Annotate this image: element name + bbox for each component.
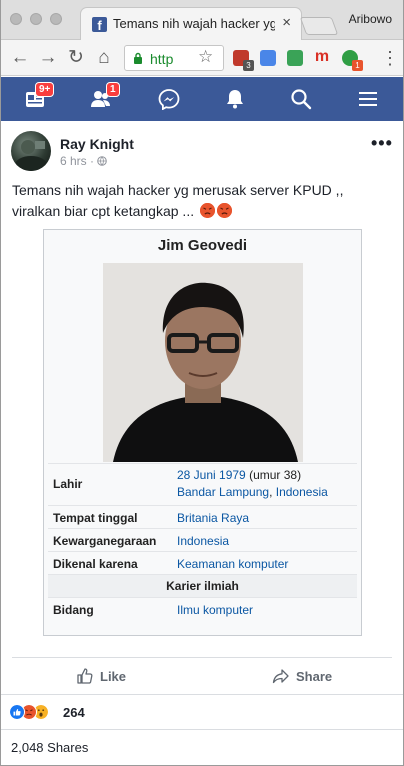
minimize-window-button[interactable] (30, 13, 42, 25)
infobox-label: Lahir (53, 477, 83, 491)
infobox-value-birthdate: 28 Juni 1979 (umur 38) (177, 468, 301, 482)
green-extension-icon[interactable]: 1 (342, 50, 363, 71)
download-arrow-icon[interactable] (287, 50, 303, 66)
globe-icon (97, 156, 108, 166)
post-text-line-2-text: viralkan biar cpt ketangkap ... (12, 203, 195, 219)
infobox-row-lahir: Lahir 28 Juni 1979 (umur 38) Bandar Lamp… (48, 463, 357, 505)
bookmark-star-icon[interactable]: ☆ (198, 47, 213, 67)
zoom-window-button[interactable] (50, 13, 62, 25)
share-label: Share (296, 669, 333, 684)
post-options-icon[interactable]: ••• (371, 133, 393, 154)
infobox-value-link[interactable]: Indonesia (177, 534, 229, 548)
age-text: (umur 38) (245, 468, 302, 482)
browser-title-bar: f Temans nih wajah hacker yg × Aribowo (0, 0, 404, 40)
divider (12, 657, 392, 658)
infobox-value-link[interactable]: Ilmu komputer (177, 603, 253, 617)
birthplace-separator: , (269, 485, 276, 499)
infobox-row-known-for: Dikenal karena Keamanan komputer (48, 551, 357, 574)
like-reaction-icon (9, 704, 25, 720)
country-link[interactable]: Indonesia (276, 485, 328, 499)
infobox-value-birthplace: Bandar Lampung, Indonesia (177, 485, 328, 499)
shares-count[interactable]: 2,048 Shares (11, 740, 88, 755)
timestamp-text: 6 hrs (60, 154, 87, 168)
avatar[interactable] (11, 131, 51, 171)
shield-extension-icon[interactable]: 3 (233, 50, 254, 71)
reaction-count[interactable]: 264 (63, 705, 85, 720)
post-text-line-2: viralkan biar cpt ketangkap ... (12, 201, 394, 222)
infobox-label: Dikenal karena (53, 557, 138, 571)
infobox-label: Tempat tinggal (53, 511, 138, 525)
browser-menu-icon[interactable]: ⋮ (381, 48, 399, 68)
extension-badge: 3 (243, 60, 254, 71)
google-translate-icon[interactable] (260, 50, 276, 66)
infobox-label: Kewarganegaraan (53, 534, 157, 548)
infobox-row-field: Bidang Ilmu komputer (48, 597, 357, 620)
tab-close-icon[interactable]: × (282, 14, 291, 31)
facebook-nav-bar: 9+ 1 (0, 77, 404, 121)
divider (0, 729, 404, 730)
divider (0, 694, 404, 695)
url-text: http (150, 51, 174, 67)
angry-face-emoji-icon (200, 203, 215, 218)
new-tab-button[interactable] (299, 17, 339, 35)
forward-arrow-icon[interactable]: → (38, 48, 58, 68)
search-icon[interactable] (290, 88, 312, 110)
infobox-row-citizenship: Kewarganegaraan Indonesia (48, 528, 357, 551)
extension-badge: 1 (352, 60, 363, 71)
timestamp-separator: · (86, 154, 98, 168)
post-timestamp: 6 hrs · (60, 154, 108, 168)
feed-post: Ray Knight 6 hrs · ••• Temans nih wajah … (0, 121, 404, 766)
like-button[interactable]: Like (76, 666, 126, 688)
friend-requests-badge: 1 (106, 82, 120, 97)
birthdate-link[interactable]: 28 Juni 1979 (177, 468, 246, 482)
m-extension-icon[interactable]: m (314, 49, 330, 66)
lock-icon (134, 52, 142, 64)
tab-title: Temans nih wajah hacker yg (113, 16, 275, 31)
portrait-photo (103, 263, 303, 462)
feed-notification-badge: 9+ (35, 82, 55, 97)
infobox-table: Lahir 28 Juni 1979 (umur 38) Bandar Lamp… (48, 463, 357, 620)
menu-icon[interactable] (357, 88, 379, 110)
post-text: Temans nih wajah hacker yg merusak serve… (12, 180, 394, 222)
shared-image-infobox[interactable]: Jim Geovedi Lahir 28 Juni 1979 (umur 38)… (43, 229, 362, 636)
browser-profile-name[interactable]: Aribowo (349, 12, 392, 26)
home-icon[interactable]: ⌂ (94, 48, 114, 68)
angry-face-emoji-icon (217, 203, 232, 218)
birthplace-link[interactable]: Bandar Lampung (177, 485, 269, 499)
like-label: Like (100, 669, 127, 684)
facebook-favicon-icon: f (92, 17, 107, 33)
infobox-title: Jim Geovedi (157, 237, 248, 254)
thumbs-up-icon (77, 668, 93, 684)
infobox-section-header: Karier ilmiah (48, 574, 357, 597)
browser-tab-active[interactable]: f Temans nih wajah hacker yg × (80, 7, 302, 40)
infobox-label: Bidang (53, 603, 94, 617)
share-arrow-icon (272, 669, 289, 684)
window-edge-left (0, 0, 1, 766)
close-window-button[interactable] (10, 13, 22, 25)
post-author-name[interactable]: Ray Knight (60, 136, 134, 152)
post-text-line-1: Temans nih wajah hacker yg merusak serve… (12, 182, 344, 198)
notifications-icon[interactable] (224, 88, 246, 110)
infobox-value-link[interactable]: Britania Raya (177, 511, 249, 525)
infobox-row-residence: Tempat tinggal Britania Raya (48, 505, 357, 528)
reload-icon[interactable]: ↻ (66, 48, 86, 68)
back-arrow-icon[interactable]: ← (10, 48, 30, 68)
share-button[interactable]: Share (272, 666, 332, 688)
messenger-icon[interactable] (158, 88, 180, 110)
infobox-value-link[interactable]: Keamanan komputer (177, 557, 288, 571)
browser-toolbar: ← → ↻ ⌂ http ☆ 3 m 1 ⋮ (0, 40, 404, 76)
